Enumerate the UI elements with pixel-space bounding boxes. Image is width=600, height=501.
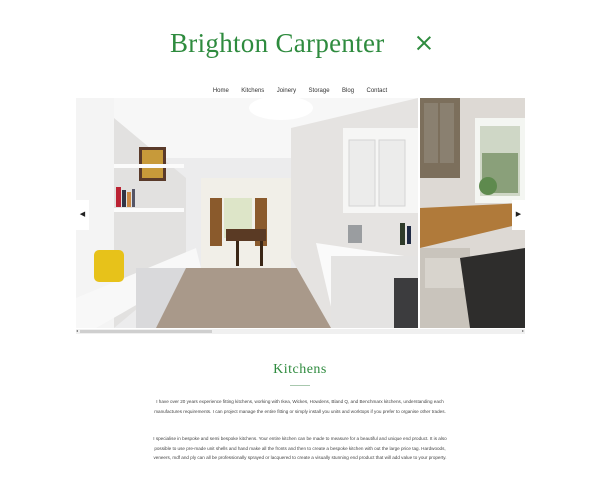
image-carousel[interactable] [76, 98, 525, 328]
site-title[interactable]: Brighton Carpenter [170, 28, 385, 59]
site-header: Brighton Carpenter [0, 28, 600, 64]
nav-kitchens[interactable]: Kitchens [241, 88, 264, 94]
title-divider [290, 385, 310, 386]
bespoke-paragraph: I specialise in bespoke and semi bespoke… [153, 436, 447, 460]
scroll-left-icon[interactable]: ◂ [76, 328, 78, 333]
nav-blog[interactable]: Blog [342, 88, 354, 94]
intro-paragraph: I have over 20 years experience fitting … [154, 399, 446, 414]
carousel-prev-button[interactable]: ◀ [76, 200, 89, 230]
scrollbar-thumb[interactable] [80, 330, 212, 333]
main-nav: Home Kitchens Joinery Storage Blog Conta… [0, 79, 600, 97]
kitchen-photo-window [420, 98, 525, 328]
kitchen-photo-galley [76, 98, 418, 328]
nav-storage[interactable]: Storage [309, 88, 330, 94]
scroll-right-icon[interactable]: ▸ [522, 328, 524, 333]
kitchen-photo-illustration [76, 98, 418, 328]
carousel-scrollbar[interactable]: ◂ ▸ [76, 328, 525, 334]
carousel-next-button[interactable]: ▶ [512, 200, 525, 230]
nav-contact[interactable]: Contact [366, 88, 387, 94]
close-icon[interactable] [414, 33, 434, 53]
nav-home[interactable]: Home [213, 88, 229, 94]
kitchen-photo-illustration-2 [420, 98, 525, 328]
nav-joinery[interactable]: Joinery [277, 88, 296, 94]
section-title: Kitchens [273, 362, 327, 377]
